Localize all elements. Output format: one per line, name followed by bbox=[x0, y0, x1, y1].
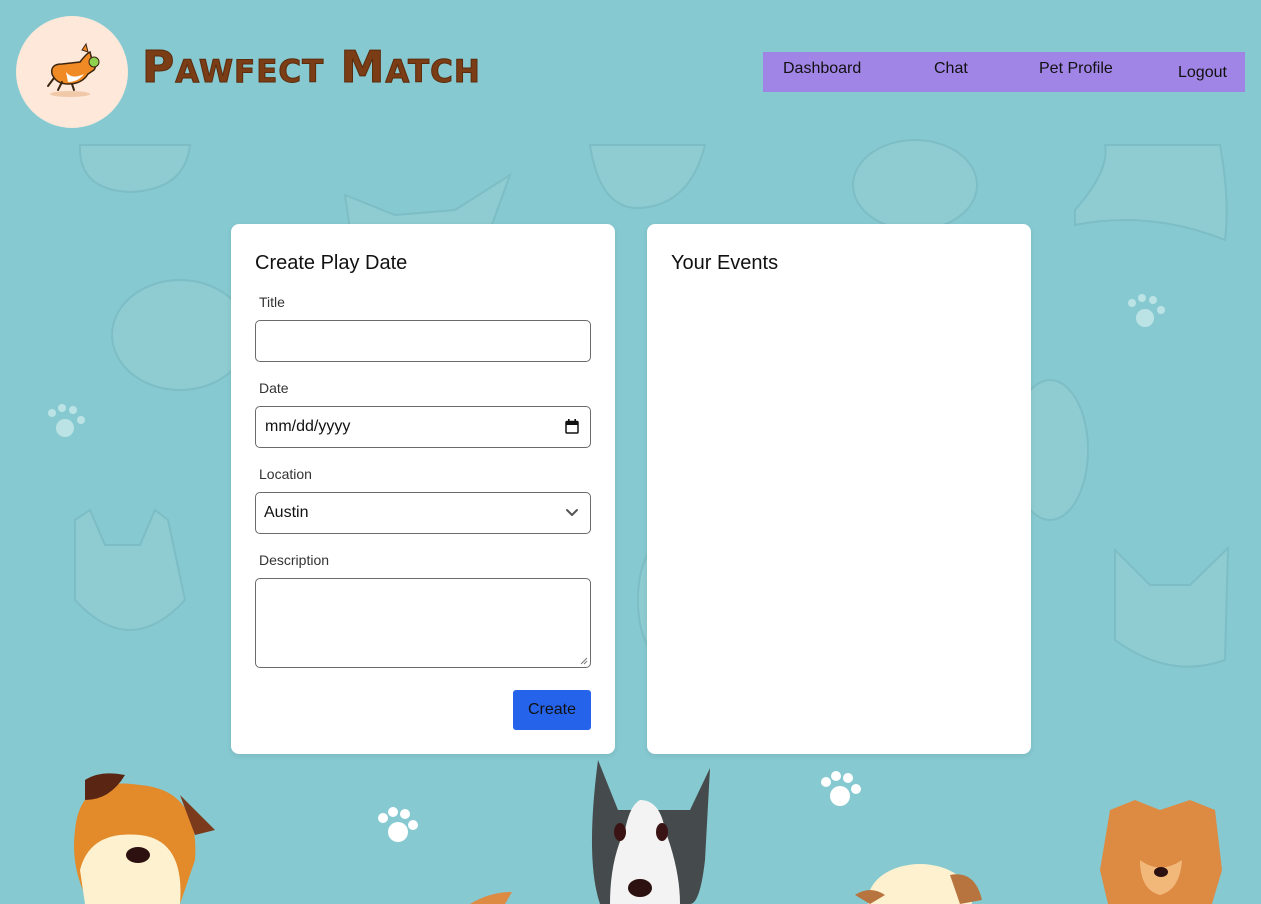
dog-illustration bbox=[74, 508, 187, 631]
dog-illustration bbox=[591, 760, 710, 904]
title-label: Title bbox=[259, 294, 285, 310]
location-select[interactable]: Austin bbox=[255, 492, 591, 534]
your-events-card: Your Events bbox=[647, 224, 1031, 754]
description-textarea[interactable] bbox=[255, 578, 591, 668]
location-label: Location bbox=[259, 466, 312, 482]
nav-logout[interactable]: Logout bbox=[1178, 64, 1227, 82]
top-nav: Dashboard Chat Pet Profile Logout bbox=[763, 52, 1245, 92]
date-input[interactable]: mm/dd/yyyy bbox=[255, 406, 591, 448]
title-input[interactable] bbox=[255, 320, 591, 362]
date-label: Date bbox=[259, 380, 289, 396]
dog-illustration bbox=[1100, 800, 1222, 904]
date-placeholder: mm/dd/yyyy bbox=[265, 418, 351, 435]
dog-pattern-background bbox=[48, 139, 1230, 904]
dog-illustration bbox=[470, 892, 512, 904]
create-play-date-card: Create Play Date Title Date mm/dd/yyyy L… bbox=[231, 224, 615, 754]
dog-illustration bbox=[1074, 144, 1228, 242]
nav-dashboard[interactable]: Dashboard bbox=[783, 60, 861, 78]
dog-illustration bbox=[852, 139, 978, 231]
location-selected-value: Austin bbox=[264, 504, 309, 521]
dog-illustration bbox=[78, 144, 192, 194]
dog-illustration bbox=[855, 864, 982, 904]
logo[interactable] bbox=[16, 16, 128, 128]
calendar-icon[interactable] bbox=[565, 419, 579, 434]
create-play-date-heading: Create Play Date bbox=[255, 252, 408, 274]
brand-title: Pawfect Match bbox=[142, 42, 481, 93]
nav-chat[interactable]: Chat bbox=[934, 60, 968, 78]
your-events-heading: Your Events bbox=[671, 252, 779, 274]
create-button[interactable]: Create bbox=[513, 690, 591, 730]
nav-pet-profile[interactable]: Pet Profile bbox=[1039, 60, 1113, 78]
dog-illustration bbox=[111, 279, 249, 391]
description-label: Description bbox=[259, 552, 330, 568]
dog-illustration bbox=[1114, 545, 1230, 668]
dog-illustration bbox=[343, 172, 512, 231]
dog-illustration bbox=[74, 773, 215, 904]
resize-grip-icon[interactable] bbox=[579, 656, 588, 665]
chevron-down-icon bbox=[566, 509, 578, 516]
dog-illustration bbox=[588, 144, 707, 210]
corgi-logo-icon bbox=[47, 42, 100, 97]
